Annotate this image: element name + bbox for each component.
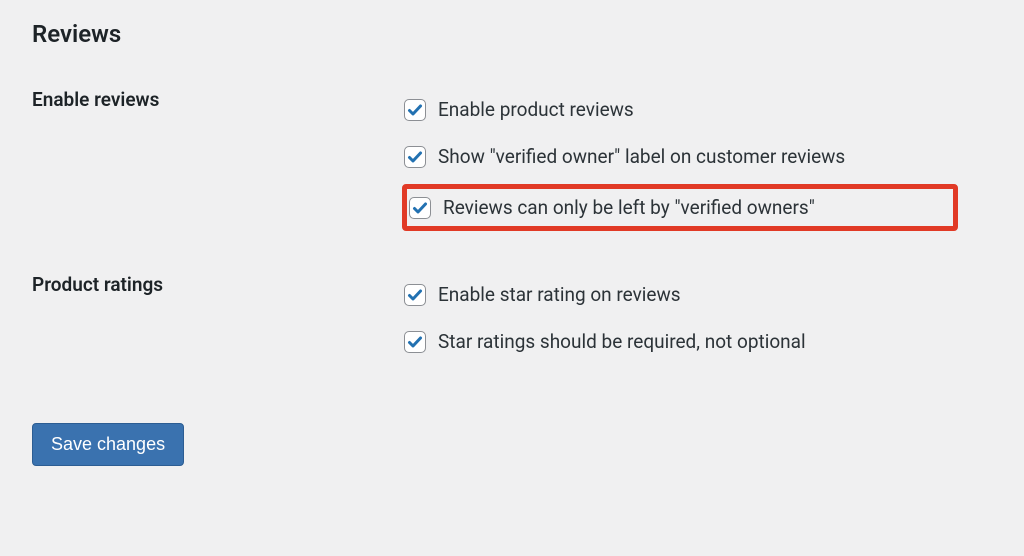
enable-product-reviews-label[interactable]: Enable product reviews — [438, 98, 634, 121]
checkmark-icon — [407, 149, 423, 165]
enable-product-reviews-field: Enable product reviews — [402, 86, 992, 133]
verified-owners-only-label[interactable]: Reviews can only be left by "verified ow… — [443, 196, 815, 219]
checkmark-icon — [407, 102, 423, 118]
product-ratings-label: Product ratings — [32, 271, 402, 296]
product-ratings-row: Product ratings Enable star rating on re… — [32, 271, 992, 365]
verified-owners-only-field: Reviews can only be left by "verified ow… — [402, 184, 958, 231]
enable-reviews-row: Enable reviews Enable product reviews Sh… — [32, 86, 992, 231]
checkmark-icon — [407, 334, 423, 350]
verified-owner-label-text[interactable]: Show "verified owner" label on customer … — [438, 145, 845, 168]
product-ratings-fields: Enable star rating on reviews Star ratin… — [402, 271, 992, 365]
settings-form: Enable reviews Enable product reviews Sh… — [32, 86, 992, 365]
enable-star-rating-label[interactable]: Enable star rating on reviews — [438, 283, 681, 306]
star-ratings-required-field: Star ratings should be required, not opt… — [402, 318, 992, 365]
enable-product-reviews-checkbox[interactable] — [404, 99, 426, 121]
checkmark-icon — [407, 287, 423, 303]
enable-reviews-label: Enable reviews — [32, 86, 402, 111]
star-ratings-required-checkbox[interactable] — [404, 331, 426, 353]
verified-owner-label-checkbox[interactable] — [404, 146, 426, 168]
enable-star-rating-checkbox[interactable] — [404, 284, 426, 306]
checkmark-icon — [412, 200, 428, 216]
verified-owner-label-field: Show "verified owner" label on customer … — [402, 133, 992, 180]
save-button[interactable]: Save changes — [32, 423, 184, 466]
enable-reviews-fields: Enable product reviews Show "verified ow… — [402, 86, 992, 231]
section-title: Reviews — [32, 20, 992, 48]
enable-star-rating-field: Enable star rating on reviews — [402, 271, 992, 318]
verified-owners-only-checkbox[interactable] — [409, 197, 431, 219]
star-ratings-required-label[interactable]: Star ratings should be required, not opt… — [438, 330, 806, 353]
